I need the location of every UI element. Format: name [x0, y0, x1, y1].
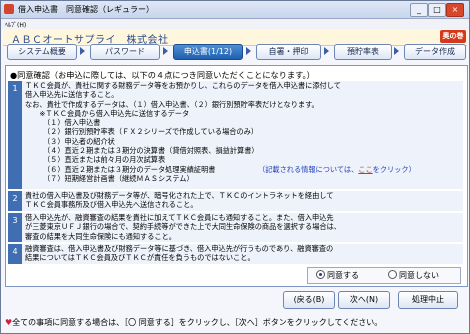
- consent-panel: ●同意確認（お申込に際しては、以下の４点につき同意いただくことになります。） 1…: [5, 65, 468, 287]
- maximize-button[interactable]: □: [428, 3, 446, 17]
- tab-signature-seal[interactable]: 自署・押印: [256, 44, 321, 60]
- consent-item-2: 2 貴社の借入申込書及び財務データ等が、暗号化された上で、ＴＫＣのイントラネット…: [8, 191, 463, 211]
- step-arrow-icon: [163, 47, 168, 55]
- consent-item-1: 1 ＴＫＣ会員が、貴社に関する財務データ等をお預かりし、これらのデータを借入申込…: [8, 81, 463, 189]
- menu-bar: ﾍﾙﾌﾟ(H): [1, 19, 469, 29]
- item-text: 貴社の借入申込書及び財務データ等が、暗号化された上で、ＴＫＣのイントラネットを経…: [25, 191, 334, 210]
- cancel-processing-button[interactable]: 処理中止: [398, 291, 458, 309]
- step-arrow-icon: [394, 47, 399, 55]
- consent-item-3: 3 借入申込先が、融資審査の結果を貴社に加えてＴＫＣ会員にも通知すること。また、…: [8, 213, 463, 242]
- back-button[interactable]: (戻る(B): [283, 291, 335, 309]
- item-number: 1: [8, 81, 22, 189]
- tab-deposit-ratio[interactable]: 預貯率表: [334, 44, 392, 60]
- consent-radio-group: 同意する 同意しない: [307, 267, 461, 284]
- next-button[interactable]: 次へ(N): [338, 291, 390, 309]
- data-info-link[interactable]: ここ: [358, 165, 372, 174]
- agree-radio[interactable]: 同意する: [316, 270, 359, 281]
- step-arrow-icon: [80, 47, 85, 55]
- data-info-note: （記載される情報については、ここをクリック）: [258, 165, 416, 174]
- tab-system-overview[interactable]: システム概要: [7, 44, 77, 60]
- brand-logo: 奥の巻: [440, 30, 466, 43]
- tab-data-creation[interactable]: データ作成: [404, 44, 466, 60]
- close-button[interactable]: ×: [446, 3, 464, 17]
- item-number: 3: [8, 213, 22, 242]
- footer-instruction: ♥全ての事項に同意する場合は、［〇 同意する］をクリックし、［次へ］ボタンをクリ…: [5, 318, 383, 327]
- disagree-radio[interactable]: 同意しない: [388, 270, 439, 281]
- app-window: 借入申込書 同意確認（レギュラー） _ □ × ﾍﾙﾌﾟ(H) ＡＢＣオートサプ…: [0, 0, 470, 334]
- menu-help[interactable]: ﾍﾙﾌﾟ(H): [5, 20, 26, 29]
- item-number: 4: [8, 244, 22, 264]
- app-icon: [4, 4, 14, 14]
- title-bar: 借入申込書 同意確認（レギュラー） _ □ ×: [1, 1, 469, 19]
- step-arrow-icon: [246, 47, 251, 55]
- item-text: 融資審査は、借入申込書及び財務データ等に基づき、借入申込先が行うものであり、融資…: [25, 244, 334, 263]
- radio-empty-icon: [388, 270, 397, 279]
- tab-password[interactable]: パスワード: [90, 44, 160, 60]
- item-text: 借入申込先が、融資審査の結果を貴社に加えてＴＫＣ会員にも通知すること。また、借入…: [25, 213, 341, 241]
- tab-application-form[interactable]: 申込書(1/12): [173, 44, 243, 60]
- consent-intro: ●同意確認（お申込に際しては、以下の４点につき同意いただくことになります。）: [10, 70, 315, 80]
- minimize-button[interactable]: _: [410, 3, 428, 17]
- radio-selected-icon: [316, 270, 325, 279]
- step-arrow-icon: [324, 47, 329, 55]
- item-number: 2: [8, 191, 22, 211]
- window-title: 借入申込書 同意確認（レギュラー）: [18, 5, 154, 14]
- consent-item-4: 4 融資審査は、借入申込書及び財務データ等に基づき、借入申込先が行うものであり、…: [8, 244, 463, 264]
